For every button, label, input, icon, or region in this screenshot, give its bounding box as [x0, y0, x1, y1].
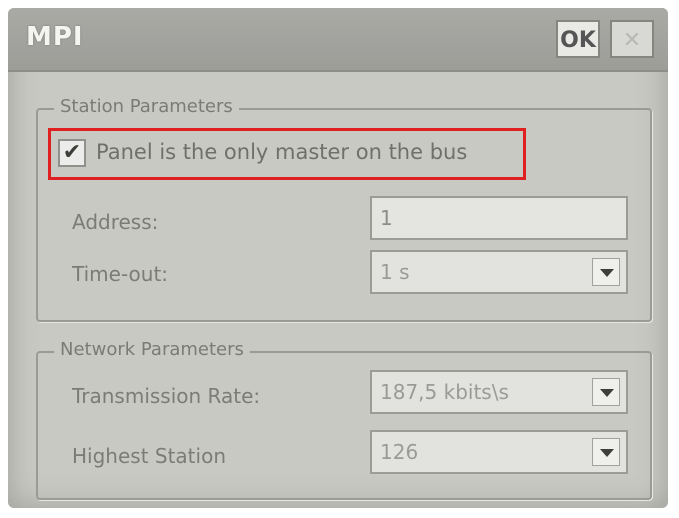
chevron-down-icon[interactable] [592, 258, 620, 286]
station-parameters-legend: Station Parameters [54, 96, 239, 117]
chevron-down-icon[interactable] [592, 438, 620, 466]
ok-button[interactable]: OK [556, 20, 600, 58]
window-title: MPI [26, 22, 84, 52]
timeout-value: 1 s [380, 260, 410, 284]
highest-station-value: 126 [380, 440, 419, 464]
title-bar: MPI OK ✕ [8, 8, 668, 72]
close-button[interactable]: ✕ [610, 20, 654, 58]
timeout-label: Time-out: [72, 262, 169, 286]
timeout-select[interactable]: 1 s [370, 250, 628, 294]
transmission-rate-value: 187,5 kbits\s [380, 380, 509, 404]
address-input[interactable]: 1 [370, 196, 628, 240]
chevron-down-icon[interactable] [592, 378, 620, 406]
only-master-label[interactable]: Panel is the only master on the bus [96, 140, 467, 164]
transmission-rate-select[interactable]: 187,5 kbits\s [370, 370, 628, 414]
address-label: Address: [72, 210, 159, 234]
only-master-checkbox[interactable]: ✔ [58, 139, 86, 167]
network-parameters-legend: Network Parameters [54, 339, 250, 360]
close-icon: ✕ [622, 28, 642, 53]
transmission-rate-label: Transmission Rate: [72, 384, 261, 408]
highest-station-select[interactable]: 126 [370, 430, 628, 474]
highest-station-label: Highest Station [72, 444, 226, 468]
checkmark-icon: ✔ [62, 140, 82, 165]
